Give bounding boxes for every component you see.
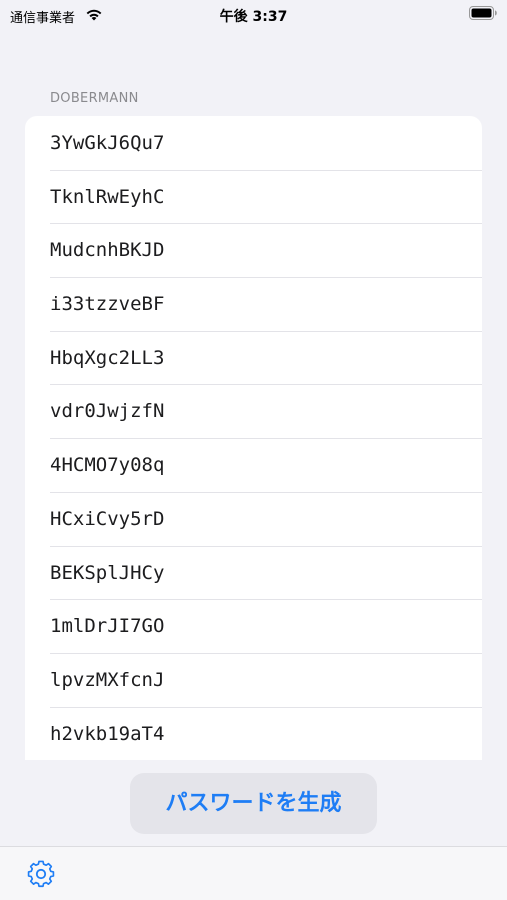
password-text: 3YwGkJ6Qu7 [50, 132, 165, 154]
password-row[interactable]: 3YwGkJ6Qu7 [25, 116, 482, 170]
password-text: vdr0JwjzfN [50, 400, 165, 423]
password-row[interactable]: HCxiCvy5rD [25, 491, 482, 546]
password-list: 3YwGkJ6Qu7 TknlRwEyhC MudcnhBKJD i33tzzv… [25, 116, 482, 760]
password-row[interactable]: 4HCMO7y08q [25, 438, 482, 492]
password-text: TknlRwEyhC [50, 185, 165, 208]
password-row[interactable]: HbqXgc2LL3 [25, 330, 482, 385]
password-text: lpvzMXfcnJ [50, 668, 165, 691]
password-row[interactable]: BEKSplJHCy [25, 545, 482, 600]
password-text: MudcnhBKJD [50, 239, 165, 262]
password-row[interactable]: TknlRwEyhC [25, 169, 482, 224]
password-text: HbqXgc2LL3 [50, 346, 165, 369]
password-text: HCxiCvy5rD [50, 507, 165, 530]
password-row[interactable]: h2vkb19aT4 [25, 706, 482, 760]
battery-icon [469, 6, 497, 20]
password-text: 1mlDrJI7GO [50, 615, 165, 638]
status-time: 午後 3:37 [219, 9, 288, 25]
password-text: h2vkb19aT4 [50, 722, 165, 745]
password-text: i33tzzveBF [50, 293, 165, 316]
section-header: DOBERMANN [50, 91, 139, 106]
status-bar: 通信事業者 午後 3:37 [0, 0, 507, 30]
gear-icon[interactable] [26, 859, 56, 889]
password-text: 4HCMO7y08q [50, 454, 165, 477]
bottom-toolbar [0, 846, 507, 900]
password-row[interactable]: i33tzzveBF [25, 277, 482, 331]
generate-password-button[interactable]: パスワードを生成 [130, 773, 377, 834]
password-row[interactable]: lpvzMXfcnJ [25, 652, 482, 707]
password-row[interactable]: MudcnhBKJD [25, 223, 482, 277]
password-row[interactable]: 1mlDrJI7GO [25, 599, 482, 653]
password-row[interactable]: vdr0JwjzfN [25, 384, 482, 438]
password-text: BEKSplJHCy [50, 561, 165, 584]
